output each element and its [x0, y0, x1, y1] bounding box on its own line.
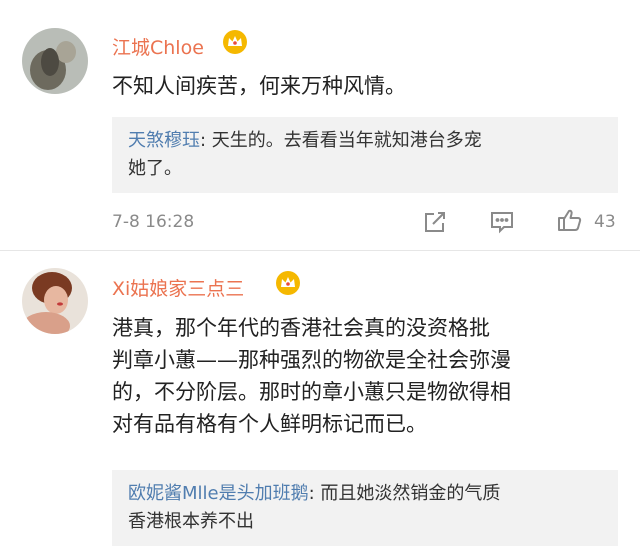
username[interactable]: Xi姑娘家三点三	[112, 274, 244, 301]
reply-separator: :	[308, 483, 321, 504]
avatar-image	[22, 268, 88, 334]
crown-vip-icon[interactable]	[222, 29, 248, 55]
comment-text: 不知人间疾苦，何来万种风情。	[112, 74, 406, 98]
reply-line: 欧妮酱Mlle是头加班鹅: 而且她淡然销金的气质	[128, 480, 500, 508]
reply-text-cont: 香港根本养不出	[128, 511, 254, 532]
reply-box[interactable]: 欧妮酱Mlle是头加班鹅: 而且她淡然销金的气质 香港根本养不出	[112, 470, 618, 546]
comment-text-line: 的，不分阶层。那时的章小蕙只是物欲得相	[112, 380, 511, 404]
avatar[interactable]	[22, 268, 88, 334]
reply-text-cont: 她了。	[128, 158, 182, 179]
share-icon[interactable]	[422, 209, 448, 235]
reply-text: 而且她淡然销金的气质	[320, 483, 501, 504]
reply-line: 天煞穆珏: 天生的。去看看当年就知港台多宠	[128, 127, 482, 155]
avatar-image	[22, 28, 88, 94]
like-icon[interactable]	[557, 207, 583, 233]
reply-username[interactable]: 欧妮酱Mlle是头加班鹅	[128, 483, 309, 504]
like-count: 43	[594, 212, 616, 232]
divider	[0, 250, 640, 251]
comment-text-line: 对有品有格有个人鲜明标记而已。	[112, 412, 427, 436]
reply-text: 天生的。去看看当年就知港台多宠	[211, 130, 482, 151]
reply-separator: :	[200, 130, 212, 151]
comment-time: 7-8 16:28	[112, 212, 195, 232]
username[interactable]: 江城Chloe	[112, 33, 204, 60]
crown-vip-icon[interactable]	[275, 270, 301, 296]
comment-text-line: 港真，那个年代的香港社会真的没资格批	[112, 316, 490, 340]
reply-box[interactable]: 天煞穆珏: 天生的。去看看当年就知港台多宠 她了。	[112, 117, 618, 193]
reply-username[interactable]: 天煞穆珏	[128, 130, 200, 151]
comment-text-line: 判章小蕙——那种强烈的物欲是全社会弥漫	[112, 348, 511, 372]
comment-icon[interactable]	[489, 209, 515, 235]
comment-text: 港真，那个年代的香港社会真的没资格批 判章小蕙——那种强烈的物欲是全社会弥漫 的…	[112, 312, 511, 440]
avatar[interactable]	[22, 28, 88, 94]
